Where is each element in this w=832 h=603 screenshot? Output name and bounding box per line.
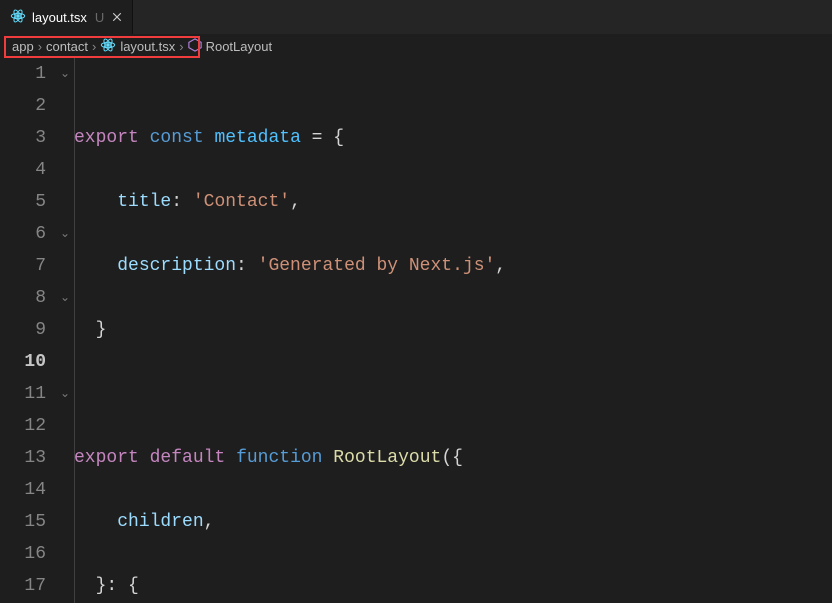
code-line: export const metadata = { [74, 122, 832, 154]
line-number: 15 [0, 506, 46, 538]
line-number: 1 [0, 58, 46, 90]
chevron-right-icon: › [179, 39, 183, 54]
line-number: 4 [0, 154, 46, 186]
tab-filename: layout.tsx [32, 10, 87, 25]
line-number: 9 [0, 314, 46, 346]
react-file-icon [100, 37, 116, 56]
line-number: 8 [0, 282, 46, 314]
breadcrumb-symbol[interactable]: RootLayout [188, 38, 273, 55]
fold-column: ⌄ ⌄ ⌄ ⌄ [56, 58, 74, 603]
code-line: description: 'Generated by Next.js', [74, 250, 832, 282]
line-number: 3 [0, 122, 46, 154]
code-editor[interactable]: 1 2 3 4 5 6 7 8 9 10 11 12 13 14 15 16 1… [0, 58, 832, 603]
line-number: 13 [0, 442, 46, 474]
line-number-gutter: 1 2 3 4 5 6 7 8 9 10 11 12 13 14 15 16 1… [0, 58, 56, 603]
code-line: }: { [74, 570, 832, 602]
code-area[interactable]: export const metadata = { title: 'Contac… [74, 58, 832, 603]
code-line: export default function RootLayout({ [74, 442, 832, 474]
line-number: 11 [0, 378, 46, 410]
close-icon[interactable] [110, 10, 124, 24]
line-number: 6 [0, 218, 46, 250]
code-line: children, [74, 506, 832, 538]
breadcrumb-file[interactable]: layout.tsx [100, 37, 175, 56]
line-number: 16 [0, 538, 46, 570]
line-number: 5 [0, 186, 46, 218]
tab-modified-status: U [95, 10, 104, 25]
tab-bar: layout.tsx U [0, 0, 832, 34]
chevron-right-icon: › [92, 39, 96, 54]
fold-toggle-icon[interactable]: ⌄ [56, 58, 74, 90]
fold-toggle-icon[interactable]: ⌄ [56, 378, 74, 410]
breadcrumb-folder-contact[interactable]: contact [46, 39, 88, 54]
line-number: 14 [0, 474, 46, 506]
line-number: 17 [0, 570, 46, 602]
code-line [74, 378, 832, 410]
method-symbol-icon [188, 38, 202, 55]
code-line: } [74, 314, 832, 346]
react-file-icon [10, 8, 26, 27]
breadcrumb-folder-app[interactable]: app [12, 39, 34, 54]
breadcrumb[interactable]: app › contact › layout.tsx › RootLayout [0, 34, 832, 58]
line-number: 7 [0, 250, 46, 282]
chevron-right-icon: › [38, 39, 42, 54]
fold-toggle-icon[interactable]: ⌄ [56, 218, 74, 250]
line-number: 12 [0, 410, 46, 442]
fold-toggle-icon[interactable]: ⌄ [56, 282, 74, 314]
line-number: 2 [0, 90, 46, 122]
line-number: 10 [0, 346, 46, 378]
editor-tab[interactable]: layout.tsx U [0, 0, 133, 34]
code-line: title: 'Contact', [74, 186, 832, 218]
